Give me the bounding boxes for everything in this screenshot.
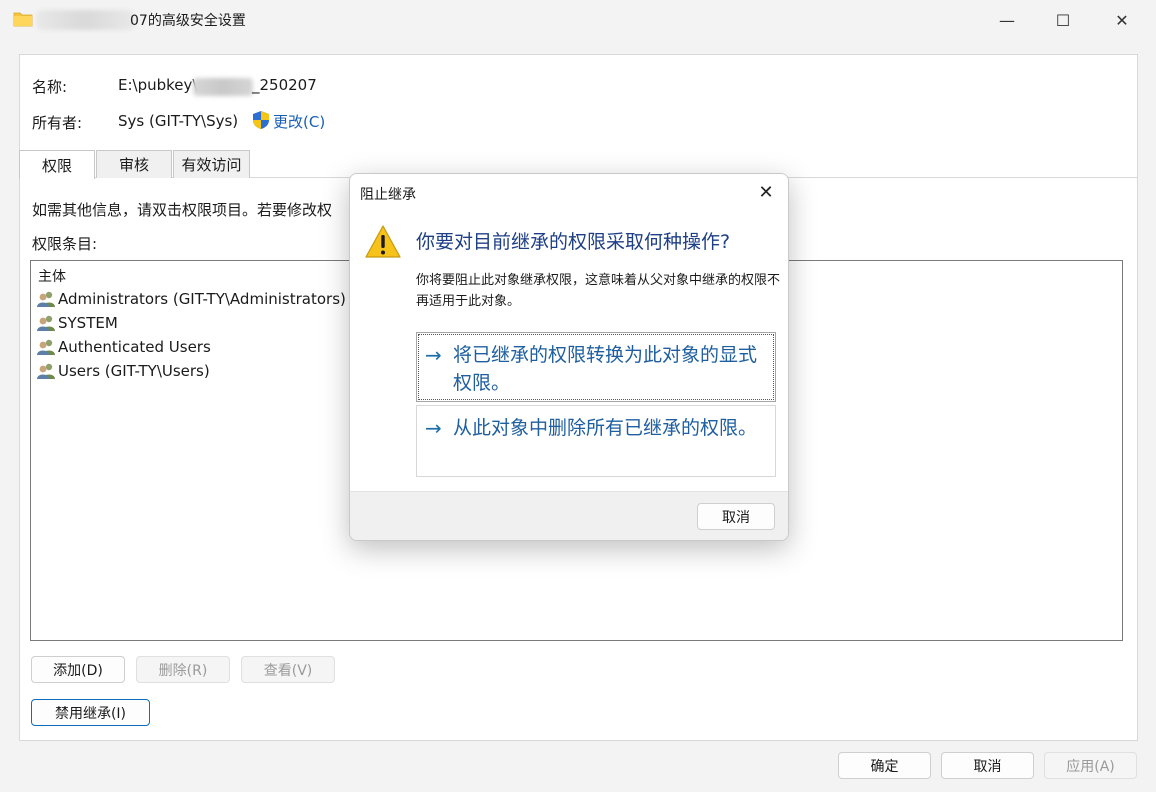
tab-label: 权限 [41,156,72,175]
apply-button[interactable]: 应用(A) [1044,752,1137,779]
remove-inherited-permissions-option[interactable]: → 从此对象中删除所有已继承的权限。 [416,405,776,477]
remove-button[interactable]: 删除(R) [136,656,230,683]
close-icon: ✕ [758,181,774,203]
users-icon [37,339,55,355]
window-title: 07的高级安全设置 [130,13,246,29]
button-label: 禁用继承(I) [54,705,127,722]
tab-auditing[interactable]: 审核 [96,150,172,178]
block-inheritance-dialog: 阻止继承 ✕ 你要对目前继承的权限采取何种操作? 你将要阻止此对象继承权限，这意… [349,173,789,541]
change-owner-link[interactable]: 更改(C) [273,111,325,132]
list-item-label: SYSTEM [58,314,118,332]
close-icon: ✕ [1115,10,1129,30]
uac-shield-icon [253,111,269,129]
button-label: 取消 [722,509,750,526]
dialog-close-button[interactable]: ✕ [752,179,780,205]
minimize-icon: — [999,10,1015,30]
window-titlebar: 07的高级安全设置 — ☐ ✕ [0,0,1156,40]
title-redacted-blur [36,10,134,30]
users-icon [37,363,55,379]
dialog-heading: 你要对目前继承的权限采取何种操作? [416,231,731,253]
ok-button[interactable]: 确定 [838,752,931,779]
button-label: 查看(V) [263,662,313,679]
button-label: 取消 [973,758,1002,775]
close-button[interactable]: ✕ [1093,0,1151,40]
cancel-button[interactable]: 取消 [941,752,1034,779]
dialog-title: 阻止继承 [360,187,416,203]
maximize-icon: ☐ [1055,10,1071,30]
list-item[interactable]: Users (GIT-TY\Users) [36,360,210,382]
add-button[interactable]: 添加(D) [31,656,125,683]
tab-permissions[interactable]: 权限 [19,150,95,179]
maximize-button[interactable]: ☐ [1034,0,1092,40]
owner-value: Sys (GIT-TY\Sys) [118,112,239,130]
dialog-footer: 取消 [350,491,788,540]
button-label: 删除(R) [158,662,208,679]
arrow-right-icon: → [425,416,442,440]
users-icon [37,291,55,307]
button-label: 确定 [870,758,899,775]
column-header-principal[interactable]: 主体 [38,266,66,286]
disable-inheritance-button[interactable]: 禁用继承(I) [31,699,150,726]
list-item-label: Administrators (GIT-TY\Administrators) [58,290,346,308]
list-item[interactable]: Administrators (GIT-TY\Administrators) [36,288,346,310]
dialog-titlebar: 阻止继承 ✕ [350,174,788,211]
button-label: 添加(D) [53,662,103,679]
minimize-button[interactable]: — [978,0,1036,40]
option-label: 从此对象中删除所有已继承的权限。 [453,417,758,439]
view-button[interactable]: 查看(V) [241,656,335,683]
owner-label: 所有者: [32,114,83,132]
name-value-prefix: E:\pubkey\ [118,76,198,94]
name-label: 名称: [32,78,68,96]
warning-icon [365,225,401,258]
tab-label: 审核 [118,156,149,174]
dialog-description: 你将要阻止此对象继承权限，这意味着从父对象中继承的权限不再适用于此对象。 [416,273,781,309]
list-item-label: Authenticated Users [58,338,211,356]
info-text: 如需其他信息，请双击权限项目。若要修改权 [32,201,333,219]
tab-effective-access[interactable]: 有效访问 [173,150,250,178]
list-item[interactable]: SYSTEM [36,312,118,334]
list-item-label: Users (GIT-TY\Users) [58,362,210,380]
name-value-suffix: _250207 [252,76,317,94]
users-icon [37,315,55,331]
name-redacted-blur [193,78,253,96]
dialog-cancel-button[interactable]: 取消 [697,503,775,530]
convert-inherited-permissions-option[interactable]: → 将已继承的权限转换为此对象的显式权限。 [416,332,776,402]
folder-icon [13,12,33,27]
list-item[interactable]: Authenticated Users [36,336,211,358]
arrow-right-icon: → [425,343,442,367]
permission-entries-label: 权限条目: [32,235,98,253]
tab-label: 有效访问 [181,156,242,174]
button-label: 应用(A) [1066,758,1115,775]
option-label: 将已继承的权限转换为此对象的显式权限。 [453,344,758,394]
